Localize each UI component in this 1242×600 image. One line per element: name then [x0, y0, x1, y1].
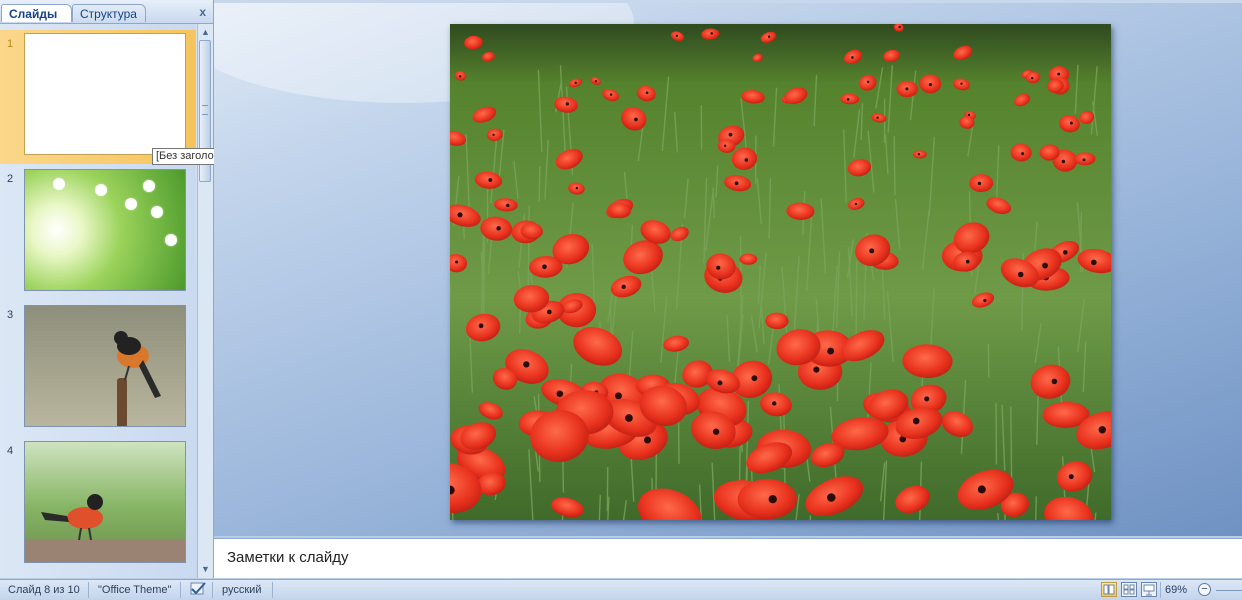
slide-thumbnail-row-1[interactable]: 1	[0, 30, 196, 164]
slide-editor	[214, 0, 1242, 536]
pane-tabbar: Слайды Структура x	[0, 0, 213, 24]
zoom-slider[interactable]	[1216, 590, 1242, 591]
flower-shape	[143, 180, 155, 192]
zoom-out-icon[interactable]: −	[1198, 583, 1211, 596]
thumbnail-list: 1 2 3 4	[0, 24, 196, 578]
notes-placeholder[interactable]: Заметки к слайду	[227, 549, 349, 566]
current-slide[interactable]	[450, 24, 1111, 520]
slide-thumbnail-row-2[interactable]: 2	[0, 167, 196, 293]
thumbnail-scrollbar[interactable]: ▲ ▼	[197, 24, 213, 578]
slide-counter: Слайд 8 из 10	[8, 584, 80, 596]
status-divider	[1160, 582, 1161, 598]
slide-number: 2	[7, 173, 14, 185]
slideshow-icon[interactable]	[1141, 582, 1157, 597]
slide-thumbnail-3[interactable]	[24, 305, 186, 427]
status-divider	[272, 582, 273, 598]
slide-thumbnail-row-4[interactable]: 4	[0, 439, 196, 565]
scroll-down-arrow-icon[interactable]: ▼	[199, 563, 212, 576]
close-icon[interactable]: x	[199, 5, 206, 19]
slide-sorter-icon[interactable]	[1121, 582, 1137, 597]
slide-thumbnail-2[interactable]	[24, 169, 186, 291]
flower-shape	[165, 234, 177, 246]
flower-shape	[151, 206, 163, 218]
scroll-up-arrow-icon[interactable]: ▲	[199, 26, 212, 39]
flower-shape	[125, 198, 137, 210]
slide-number: 4	[7, 445, 14, 457]
tab-slides[interactable]: Слайды	[1, 4, 72, 22]
slide-number: 3	[7, 309, 14, 321]
status-divider	[180, 582, 181, 598]
slides-pane: Слайды Структура x 1 2 3 4 ▲ ▼	[0, 0, 214, 578]
normal-view-icon[interactable]	[1101, 582, 1117, 597]
slide-image-poppy-field	[450, 24, 1111, 520]
status-divider	[212, 582, 213, 598]
slide-thumbnail-row-3[interactable]: 3	[0, 303, 196, 429]
spell-check-icon[interactable]	[188, 581, 208, 600]
zoom-level[interactable]: 69%	[1165, 583, 1187, 598]
language-indicator[interactable]: русский	[222, 583, 261, 598]
tab-outline[interactable]: Структура	[72, 4, 146, 22]
scroll-grip-icon	[202, 105, 208, 115]
bird-illustration	[114, 331, 161, 426]
slide-thumbnail-1[interactable]	[24, 33, 186, 155]
notes-pane[interactable]: Заметки к слайду	[214, 538, 1242, 578]
slide-thumbnail-4[interactable]	[24, 441, 186, 563]
bird-illustration	[25, 494, 185, 562]
slide-number: 1	[7, 38, 14, 50]
flower-shape	[95, 184, 107, 196]
flower-shape	[53, 178, 65, 190]
theme-name[interactable]: "Office Theme"	[98, 583, 171, 598]
status-divider	[88, 582, 89, 598]
status-bar: Слайд 8 из 10 "Office Theme" русский 69%…	[0, 579, 1242, 600]
